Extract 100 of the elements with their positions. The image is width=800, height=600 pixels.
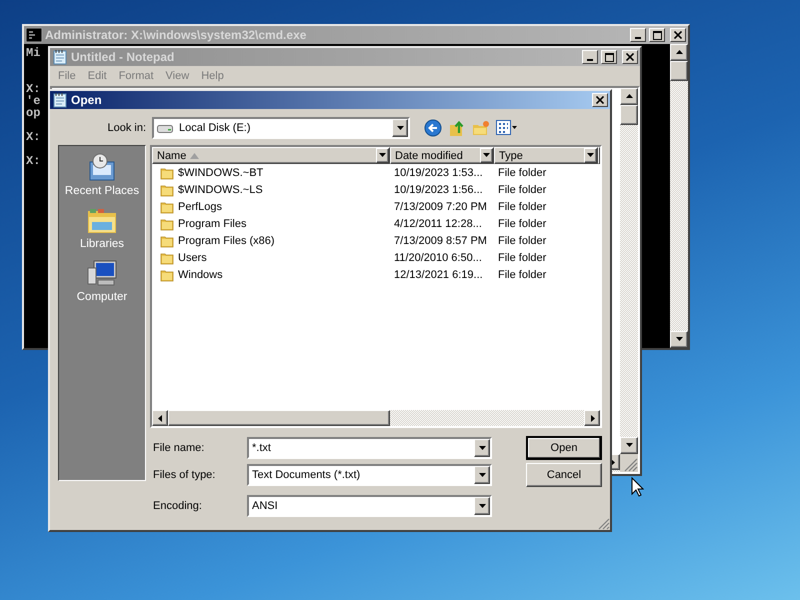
folder-icon	[160, 268, 174, 282]
type-cell: File folder	[498, 234, 546, 246]
dropdown-button[interactable]	[474, 439, 490, 457]
folder-icon	[160, 166, 174, 180]
file-name-cell[interactable]: Users	[178, 252, 207, 264]
field-label: File name:	[153, 442, 204, 454]
caret-icon	[478, 502, 486, 510]
resize-grip-icon[interactable]	[598, 518, 610, 530]
file-name-cell[interactable]: Program Files	[178, 218, 246, 230]
scroll-up-button[interactable]	[620, 88, 638, 105]
caret-icon	[156, 414, 164, 422]
close-button[interactable]	[622, 50, 638, 64]
vertical-scrollbar[interactable]	[670, 44, 688, 348]
close-icon	[626, 53, 634, 61]
caret-icon	[674, 48, 684, 57]
dropdown-button[interactable]	[392, 119, 408, 137]
look-in-dropdown[interactable]: Local Disk (E:)	[152, 117, 410, 139]
mouse-pointer-icon	[631, 477, 644, 497]
date-cell: 10/19/2023 1:53...	[394, 166, 483, 178]
field-value: *.txt	[252, 442, 271, 454]
column-header[interactable]: Type	[494, 147, 598, 164]
date-cell: 7/13/2009 8:57 PM	[394, 234, 487, 246]
type-cell: File folder	[498, 184, 546, 196]
column-label: Type	[499, 150, 523, 162]
column-dropdown-button[interactable]	[376, 148, 389, 163]
close-icon	[596, 96, 604, 104]
dropdown-value: Local Disk (E:)	[179, 122, 251, 134]
console-line: X:	[26, 131, 40, 143]
window-title: Untitled - Notepad	[71, 50, 174, 64]
dialog-button[interactable]: Cancel	[526, 463, 602, 487]
folder-icon	[160, 216, 174, 230]
folder-icon	[160, 234, 174, 248]
scroll-thumb[interactable]	[168, 410, 390, 426]
look-in-label: Look in:	[107, 122, 146, 134]
file-name-cell[interactable]: $WINDOWS.~BT	[178, 166, 264, 178]
caret-icon	[624, 92, 634, 101]
file-name-cell[interactable]: Program Files (x86)	[178, 234, 275, 246]
scroll-thumb[interactable]	[670, 61, 688, 81]
caret-icon	[396, 124, 404, 132]
minimize-button[interactable]	[582, 50, 598, 64]
scroll-thumb[interactable]	[620, 105, 638, 125]
folder-icon	[160, 182, 174, 196]
view-menu-icon[interactable]	[496, 120, 518, 136]
combo-field[interactable]: *.txt	[247, 437, 492, 459]
column-dropdown-button[interactable]	[584, 148, 597, 163]
horizontal-scrollbar[interactable]	[152, 410, 600, 426]
maximize-icon	[604, 52, 614, 62]
file-name-cell[interactable]: PerfLogs	[178, 200, 222, 212]
notepad-icon	[52, 92, 68, 108]
dropdown-button[interactable]	[474, 497, 490, 515]
minimize-button[interactable]	[630, 28, 646, 42]
maximize-button[interactable]	[601, 50, 617, 64]
file-name-cell[interactable]: $WINDOWS.~LS	[178, 184, 263, 196]
date-cell: 7/13/2009 7:20 PM	[394, 200, 487, 212]
resize-grip-icon[interactable]	[620, 454, 638, 472]
places-item[interactable]: Computer	[76, 258, 128, 303]
column-header[interactable]: Name	[152, 147, 390, 164]
console-line: 'e	[26, 95, 40, 107]
back-icon[interactable]	[424, 119, 442, 137]
folder-icon	[160, 200, 174, 214]
close-button[interactable]	[670, 28, 686, 42]
scroll-up-button[interactable]	[670, 44, 688, 61]
window-title: Open	[71, 93, 102, 107]
field-label: Encoding:	[153, 500, 202, 512]
scroll-left-button[interactable]	[152, 410, 168, 426]
console-line: X:	[26, 83, 40, 95]
places-item[interactable]: Recent Places	[64, 152, 140, 197]
file-name-cell[interactable]: Windows	[178, 268, 223, 280]
vertical-scrollbar[interactable]	[620, 88, 638, 454]
field-value: ANSI	[252, 500, 278, 512]
folder-icon	[160, 250, 174, 264]
scroll-down-button[interactable]	[670, 331, 688, 348]
maximize-button[interactable]	[649, 28, 665, 42]
dialog-button[interactable]: Open	[526, 436, 602, 460]
field-label: Files of type:	[153, 469, 216, 481]
window-title: Administrator: X:\windows\system32\cmd.exe	[45, 28, 306, 42]
console-line: X:	[26, 155, 40, 167]
close-button[interactable]	[592, 93, 608, 107]
places-item[interactable]: Libraries	[80, 205, 124, 250]
type-cell: File folder	[498, 252, 546, 264]
type-cell: File folder	[498, 268, 546, 280]
column-dropdown-button[interactable]	[480, 148, 493, 163]
column-label: Name	[157, 150, 186, 162]
combo-field[interactable]: ANSI	[247, 495, 492, 517]
type-cell: File folder	[498, 200, 546, 212]
dropdown-button[interactable]	[474, 466, 490, 484]
scroll-down-button[interactable]	[620, 437, 638, 454]
column-label: Date modified	[395, 150, 463, 162]
type-cell: File folder	[498, 166, 546, 178]
date-cell: 4/12/2011 12:28...	[394, 218, 482, 230]
maximize-icon	[652, 30, 662, 40]
drive-icon	[157, 123, 173, 133]
combo-field[interactable]: Text Documents (*.txt)	[247, 464, 492, 486]
date-cell: 11/20/2010 6:50...	[394, 252, 482, 264]
column-header[interactable]: Date modified	[390, 147, 494, 164]
close-icon	[674, 31, 682, 39]
scroll-right-button[interactable]	[584, 410, 600, 426]
field-value: Text Documents (*.txt)	[252, 469, 360, 481]
type-cell: File folder	[498, 218, 546, 230]
date-cell: 12/13/2021 6:19...	[394, 268, 483, 280]
